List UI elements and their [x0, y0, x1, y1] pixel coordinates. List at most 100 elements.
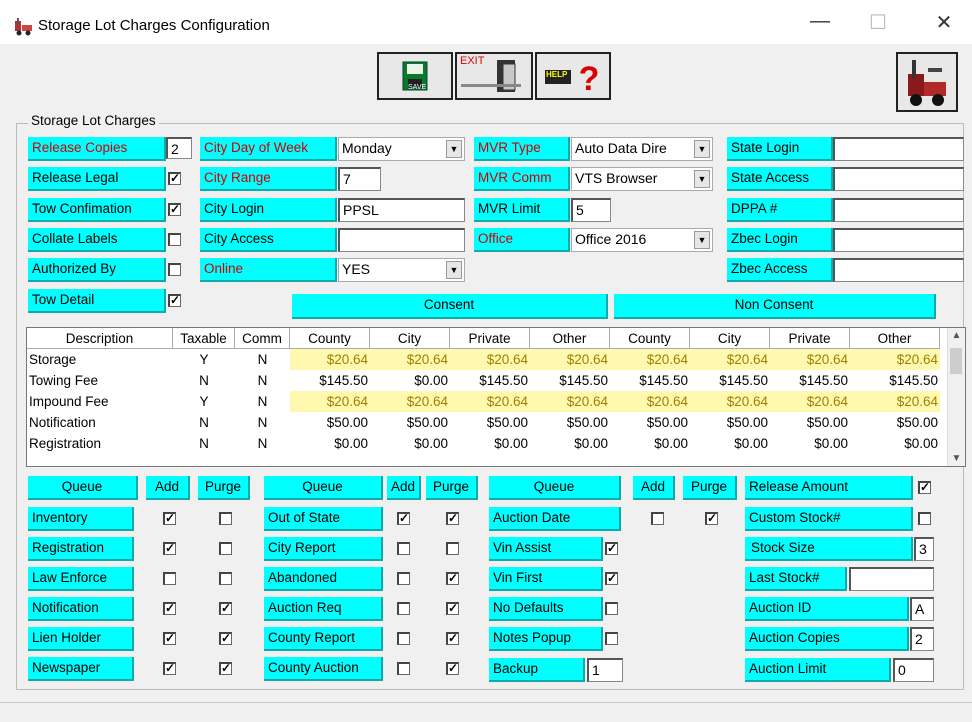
grid-scrollbar[interactable]: ▲ ▼ — [947, 328, 965, 466]
queue-item-add-checkbox[interactable]: ✓ — [163, 542, 176, 555]
mvr-comm-select[interactable]: VTS Browser ▼ — [571, 167, 713, 191]
dppa-field[interactable] — [833, 198, 964, 222]
custom-stock-checkbox[interactable] — [918, 512, 931, 525]
queue-item-purge-checkbox[interactable]: ✓ — [219, 602, 232, 615]
city-day-of-week-select[interactable]: Monday ▼ — [338, 137, 465, 161]
grid-header-cell[interactable]: County — [610, 328, 690, 349]
auction-date-add-checkbox[interactable] — [651, 512, 664, 525]
grid-header-cell[interactable]: Taxable — [173, 328, 235, 349]
table-cell: $50.00 — [806, 415, 848, 430]
notes-popup-checkbox[interactable] — [605, 632, 618, 645]
auction-limit-field[interactable]: 0 — [893, 658, 934, 682]
close-button[interactable]: ✕ — [924, 10, 964, 35]
dropdown-arrow-icon[interactable]: ▼ — [694, 170, 710, 188]
save-button[interactable] — [377, 52, 453, 100]
minimize-button[interactable]: — — [800, 10, 840, 33]
backup-field[interactable]: 1 — [587, 658, 623, 682]
state-login-field[interactable] — [833, 137, 964, 161]
grid-header-cell[interactable]: Description — [27, 328, 173, 349]
queue-item-purge-checkbox[interactable]: ✓ — [219, 632, 232, 645]
tow-confirmation-checkbox[interactable]: ✓ — [168, 203, 181, 216]
state-access-field[interactable] — [833, 167, 964, 191]
last-stock-field[interactable] — [849, 567, 934, 591]
queue-item-add-checkbox[interactable]: ✓ — [163, 602, 176, 615]
auction-date-purge-checkbox[interactable]: ✓ — [705, 512, 718, 525]
release-copies-field[interactable]: 2 — [166, 137, 192, 159]
queue-item-add-checkbox[interactable] — [163, 572, 176, 585]
grid-header-cell[interactable]: Comm — [235, 328, 290, 349]
queue-item-purge-checkbox[interactable] — [219, 572, 232, 585]
zbec-login-field[interactable] — [833, 228, 964, 252]
grid-header-cell[interactable]: County — [290, 328, 370, 349]
release-amount-checkbox[interactable]: ✓ — [918, 481, 931, 494]
queue-item-add-checkbox[interactable] — [397, 572, 410, 585]
online-value: YES — [342, 261, 371, 277]
queue-item-add-checkbox[interactable]: ✓ — [397, 512, 410, 525]
vin-first-checkbox[interactable]: ✓ — [605, 572, 618, 585]
queue-item-purge-checkbox[interactable]: ✓ — [446, 632, 459, 645]
grid-header-cell[interactable]: City — [690, 328, 770, 349]
dropdown-arrow-icon[interactable]: ▼ — [694, 140, 710, 158]
table-cell: $50.00 — [726, 415, 768, 430]
grid-header-cell[interactable]: Other — [530, 328, 610, 349]
queue-item-add-checkbox[interactable]: ✓ — [163, 512, 176, 525]
table-cell: $145.50 — [719, 373, 768, 388]
city-access-field[interactable] — [338, 228, 465, 252]
queue-item-label: Notification — [28, 597, 134, 621]
queue-item-purge-checkbox[interactable]: ✓ — [446, 602, 459, 615]
no-defaults-checkbox[interactable] — [605, 602, 618, 615]
scroll-down-icon[interactable]: ▼ — [948, 453, 965, 464]
queue-item-add-checkbox[interactable] — [397, 542, 410, 555]
grid-header-cell[interactable]: Private — [450, 328, 530, 349]
city-login-field[interactable]: PPSL — [338, 198, 465, 222]
collate-labels-checkbox[interactable] — [168, 233, 181, 246]
queue-item-label: Law Enforce — [28, 567, 134, 591]
tow-detail-checkbox[interactable]: ✓ — [168, 294, 181, 307]
dropdown-arrow-icon[interactable]: ▼ — [694, 231, 710, 249]
office-select[interactable]: Office 2016 ▼ — [571, 228, 713, 252]
notes-popup-label: Notes Popup — [489, 627, 603, 651]
grid-header-cell[interactable]: Other — [850, 328, 940, 349]
mvr-type-select[interactable]: Auto Data Dire ▼ — [571, 137, 713, 161]
release-legal-checkbox[interactable]: ✓ — [168, 172, 181, 185]
queue-item-add-checkbox[interactable] — [397, 632, 410, 645]
queue-item-purge-checkbox[interactable]: ✓ — [446, 662, 459, 675]
online-select[interactable]: YES ▼ — [338, 258, 465, 282]
auction-id-field[interactable]: A — [910, 597, 934, 621]
queue-item-add-checkbox[interactable]: ✓ — [163, 662, 176, 675]
grid-header-cell[interactable]: Private — [770, 328, 850, 349]
queue-item-purge-checkbox[interactable] — [219, 512, 232, 525]
queue-item-purge-checkbox[interactable]: ✓ — [219, 662, 232, 675]
authorized-by-checkbox[interactable] — [168, 263, 181, 276]
queue-item-label: Abandoned — [264, 567, 383, 591]
table-cell: $145.50 — [319, 373, 368, 388]
online-label: Online — [200, 258, 337, 282]
charges-grid[interactable]: Description Taxable Comm County City Private O… — [26, 327, 966, 467]
mvr-limit-field[interactable]: 5 — [571, 198, 611, 222]
queue-item-add-checkbox[interactable] — [397, 662, 410, 675]
city-range-field[interactable]: 7 — [338, 167, 381, 191]
queue-item-purge-checkbox[interactable]: ✓ — [446, 512, 459, 525]
queue2-header: Queue — [264, 476, 383, 500]
auction-copies-field[interactable]: 2 — [910, 627, 934, 651]
vin-assist-checkbox[interactable]: ✓ — [605, 542, 618, 555]
queue-item-purge-checkbox[interactable] — [446, 542, 459, 555]
scroll-up-icon[interactable]: ▲ — [948, 330, 965, 341]
dropdown-arrow-icon[interactable]: ▼ — [446, 261, 462, 279]
grid-header-cell[interactable]: City — [370, 328, 450, 349]
tow-truck-button[interactable] — [896, 52, 958, 112]
zbec-access-field[interactable] — [833, 258, 964, 282]
stock-size-field[interactable]: 3 — [914, 537, 934, 561]
queue-item-purge-checkbox[interactable] — [219, 542, 232, 555]
table-cell: $20.64 — [690, 391, 770, 412]
table-cell: $20.64 — [290, 349, 370, 370]
queue-item-add-checkbox[interactable]: ✓ — [163, 632, 176, 645]
queue-item-add-checkbox[interactable] — [397, 602, 410, 615]
dropdown-arrow-icon[interactable]: ▼ — [446, 140, 462, 158]
queue-item-purge-checkbox[interactable]: ✓ — [446, 572, 459, 585]
scroll-thumb[interactable] — [950, 348, 962, 374]
release-copies-label: Release Copies — [28, 137, 166, 161]
collate-labels-label: Collate Labels — [28, 228, 166, 252]
table-cell: $20.64 — [770, 349, 850, 370]
maximize-button[interactable]: ☐ — [858, 10, 898, 35]
